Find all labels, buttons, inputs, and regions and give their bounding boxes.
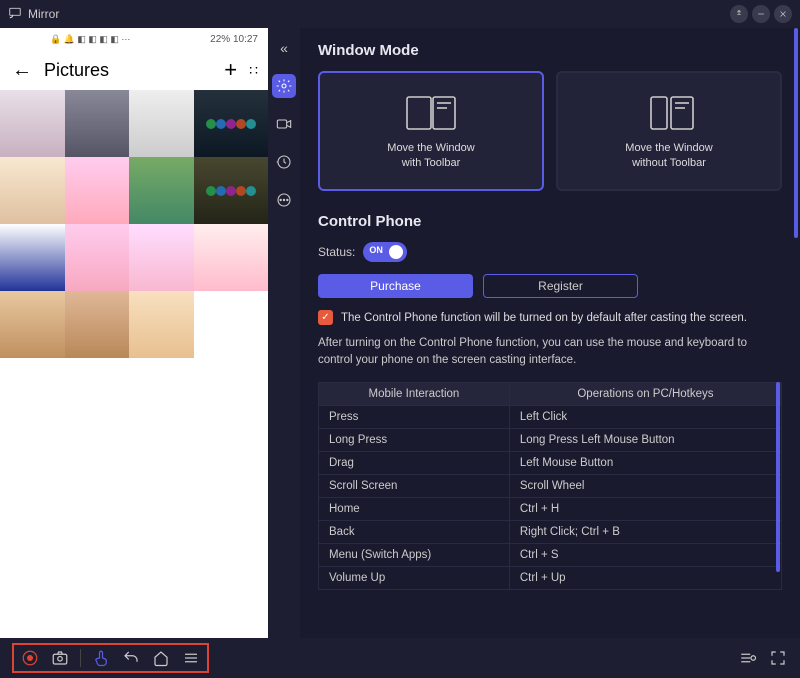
screenshot-button[interactable] [50, 648, 70, 668]
table-row: Long PressLong Press Left Mouse Button [319, 428, 782, 451]
table-cell: Scroll Screen [319, 474, 510, 497]
status-icons: 🔒 🔔 ◧ ◧ ◧ ◧ ⋯ [50, 34, 130, 45]
pin-button[interactable] [730, 5, 748, 23]
table-cell: Left Click [509, 405, 781, 428]
fullscreen-button[interactable] [768, 648, 788, 668]
photo-thumbnail[interactable] [194, 90, 268, 157]
cast-icon [8, 6, 22, 23]
table-cell: Right Click; Ctrl + B [509, 520, 781, 543]
table-cell: Home [319, 497, 510, 520]
footer-bar [0, 638, 800, 678]
register-button[interactable]: Register [483, 274, 638, 298]
settings-panel: Window Mode Move the Window with Toolbar… [300, 28, 800, 638]
table-scrollbar[interactable] [776, 382, 780, 572]
photo-thumbnail[interactable] [129, 224, 194, 291]
window-mode-heading: Window Mode [318, 42, 782, 59]
table-cell: Long Press Left Mouse Button [509, 428, 781, 451]
checkbox-label: The Control Phone function will be turne… [341, 312, 747, 324]
table-row: PressLeft Click [319, 405, 782, 428]
thumbnail-action-icons [194, 90, 268, 157]
table-row: DragLeft Mouse Button [319, 451, 782, 474]
touch-button[interactable] [91, 648, 111, 668]
col-mobile: Mobile Interaction [319, 382, 510, 405]
hotkeys-table: Mobile Interaction Operations on PC/Hotk… [318, 382, 782, 590]
titlebar: Mirror [0, 0, 800, 28]
photo-thumbnail[interactable] [194, 291, 268, 358]
table-cell: Volume Up [319, 566, 510, 589]
table-cell: Menu (Switch Apps) [319, 543, 510, 566]
divider [80, 649, 81, 667]
mode-with-label: Move the Window with Toolbar [387, 141, 474, 172]
photo-thumbnail[interactable] [65, 291, 130, 358]
control-toggle[interactable]: ON [363, 242, 407, 262]
window-no-toolbar-icon [639, 91, 699, 131]
purchase-button[interactable]: Purchase [318, 274, 473, 298]
photo-thumbnail[interactable] [0, 90, 65, 157]
close-button[interactable] [774, 5, 792, 23]
photo-thumbnail[interactable] [194, 224, 268, 291]
col-pc: Operations on PC/Hotkeys [509, 382, 781, 405]
table-cell: Ctrl + Up [509, 566, 781, 589]
mode-without-label: Move the Window without Toolbar [625, 141, 712, 172]
table-row: Scroll ScreenScroll Wheel [319, 474, 782, 497]
back-icon[interactable]: ← [12, 59, 32, 82]
photo-thumbnail[interactable] [129, 90, 194, 157]
photo-thumbnail[interactable] [129, 291, 194, 358]
photo-thumbnail[interactable] [0, 291, 65, 358]
list-settings-button[interactable] [738, 648, 758, 668]
add-icon[interactable]: + [224, 57, 237, 83]
history-tab[interactable] [272, 150, 296, 174]
table-row: HomeCtrl + H [319, 497, 782, 520]
table-cell: Press [319, 405, 510, 428]
table-row: BackRight Click; Ctrl + B [319, 520, 782, 543]
record-button[interactable] [20, 648, 40, 668]
record-tab[interactable] [272, 112, 296, 136]
control-description: After turning on the Control Phone funct… [318, 335, 782, 370]
home-button[interactable] [151, 648, 171, 668]
menu-button[interactable] [181, 648, 201, 668]
control-phone-heading: Control Phone [318, 213, 782, 230]
toggle-knob [389, 245, 403, 259]
minimize-button[interactable] [752, 5, 770, 23]
phone-screen-title: Pictures [44, 60, 212, 81]
photo-thumbnail[interactable] [194, 157, 268, 224]
side-rail: « [268, 28, 300, 638]
thumbnail-action-icons [194, 157, 268, 224]
table-cell: Left Mouse Button [509, 451, 781, 474]
collapse-button[interactable]: « [272, 36, 296, 60]
status-text: 22% 10:27 [210, 34, 258, 45]
settings-tab[interactable] [272, 74, 296, 98]
photo-thumbnail[interactable] [65, 157, 130, 224]
photo-thumbnail[interactable] [65, 90, 130, 157]
phone-controls-group [12, 643, 209, 673]
photo-thumbnail[interactable] [0, 157, 65, 224]
toggle-on-label: ON [369, 245, 383, 255]
scrollbar[interactable] [794, 28, 798, 238]
more-tab[interactable] [272, 188, 296, 212]
mode-without-toolbar[interactable]: Move the Window without Toolbar [556, 71, 782, 191]
table-cell: Long Press [319, 428, 510, 451]
photo-thumbnail[interactable] [129, 157, 194, 224]
mode-with-toolbar[interactable]: Move the Window with Toolbar [318, 71, 544, 191]
table-cell: Back [319, 520, 510, 543]
photo-thumbnail[interactable] [65, 224, 130, 291]
app-title: Mirror [28, 7, 59, 21]
phone-mirror-panel: 🔒 🔔 ◧ ◧ ◧ ◧ ⋯ 22% 10:27 ← Pictures + ∷ [0, 28, 268, 638]
window-toolbar-icon [401, 91, 461, 131]
expand-icon[interactable]: ∷ [249, 62, 256, 79]
table-row: Volume UpCtrl + Up [319, 566, 782, 589]
table-cell: Drag [319, 451, 510, 474]
table-cell: Ctrl + H [509, 497, 781, 520]
photo-thumbnail[interactable] [0, 224, 65, 291]
table-cell: Scroll Wheel [509, 474, 781, 497]
photo-gallery[interactable] [0, 90, 268, 358]
undo-button[interactable] [121, 648, 141, 668]
status-label: Status: [318, 245, 355, 259]
table-row: Menu (Switch Apps)Ctrl + S [319, 543, 782, 566]
table-cell: Ctrl + S [509, 543, 781, 566]
phone-status-bar: 🔒 🔔 ◧ ◧ ◧ ◧ ⋯ 22% 10:27 [0, 28, 268, 50]
default-on-checkbox[interactable]: ✓ [318, 310, 333, 325]
